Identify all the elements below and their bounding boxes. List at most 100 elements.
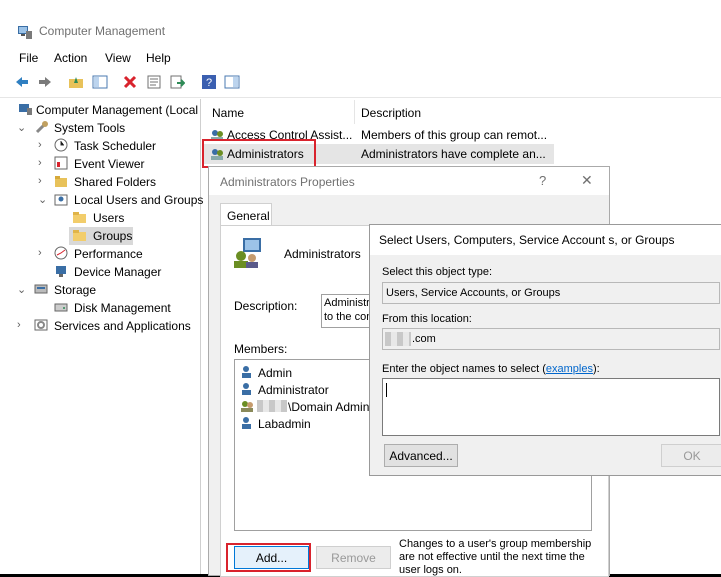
- chevron-down-icon[interactable]: ⌄: [17, 121, 27, 134]
- disk-icon: [54, 303, 68, 312]
- member-name: Admin: [258, 366, 293, 380]
- object-type-value: Users, Service Accounts, or Groups: [386, 287, 561, 299]
- tree-item-performance[interactable]: › Performance: [10, 245, 200, 263]
- toolbar: ?: [0, 69, 721, 98]
- delete-icon[interactable]: [122, 74, 138, 90]
- close-button[interactable]: ✕: [581, 172, 593, 189]
- member-item[interactable]: Labadmin: [240, 415, 380, 432]
- chevron-right-icon[interactable]: ›: [38, 139, 48, 151]
- up-folder-icon[interactable]: [68, 74, 84, 90]
- list-item-description: Administrators have complete an...: [361, 147, 546, 161]
- back-icon[interactable]: [14, 74, 30, 90]
- menu-file[interactable]: File: [19, 51, 38, 65]
- tree-item-label: Event Viewer: [74, 157, 145, 171]
- action-pane-icon[interactable]: [224, 74, 240, 90]
- member-item[interactable]: Administrator: [240, 381, 380, 398]
- properties-icon[interactable]: [146, 74, 162, 90]
- list-item-description: Members of this group can remot...: [361, 128, 548, 142]
- tree-item-label: Device Manager: [74, 265, 162, 279]
- chevron-down-icon[interactable]: ⌄: [17, 283, 27, 296]
- ok-button-label: OK: [683, 449, 701, 463]
- column-header-description[interactable]: Description: [361, 106, 421, 120]
- membership-note: Changes to a user's group membership are…: [399, 538, 604, 577]
- ok-button[interactable]: OK: [661, 444, 721, 467]
- object-names-label-text: Enter the object names to select (: [382, 363, 546, 375]
- clock-icon: [54, 138, 68, 152]
- svg-text:?: ?: [206, 77, 212, 89]
- object-names-input[interactable]: [382, 378, 720, 436]
- column-header-row: Name Description: [204, 100, 554, 124]
- tree-item-services-applications[interactable]: › Services and Applications: [10, 317, 200, 335]
- object-names-label: Enter the object names to select (exampl…: [382, 363, 600, 375]
- computer-management-icon: [18, 26, 32, 39]
- tree-item-shared-folders[interactable]: › Shared Folders: [10, 173, 200, 191]
- menu-bar: File Action View Help: [0, 47, 721, 69]
- note-line: are not effective until the next time th…: [399, 551, 585, 563]
- group-icon: [241, 401, 253, 412]
- menu-help[interactable]: Help: [146, 51, 171, 65]
- highlight-administrators: [202, 139, 316, 168]
- chevron-right-icon[interactable]: ›: [17, 319, 27, 331]
- help-button[interactable]: ?: [539, 173, 546, 188]
- tree-item-label: Performance: [74, 247, 143, 261]
- tools-icon: [35, 121, 48, 134]
- menu-action[interactable]: Action: [54, 51, 87, 65]
- object-type-field: Users, Service Accounts, or Groups: [382, 282, 720, 304]
- tree-item-label: Shared Folders: [74, 175, 157, 189]
- object-names-label-end: ):: [592, 363, 600, 375]
- member-name: Labadmin: [258, 417, 311, 431]
- tree-item-label: Computer Management (Local: [36, 103, 199, 117]
- tree-item-storage[interactable]: ⌄ Storage: [10, 281, 200, 299]
- tree-item-label: Disk Management: [74, 301, 171, 315]
- highlight-add-button: [226, 543, 311, 572]
- window-title: Computer Management: [39, 24, 166, 38]
- tree-item-event-viewer[interactable]: › Event Viewer: [10, 155, 200, 173]
- tab-general[interactable]: General: [220, 203, 272, 226]
- tree-item-local-users-groups[interactable]: ⌄ Local Users and Groups: [10, 191, 203, 209]
- tree-item-disk-management[interactable]: Disk Management: [10, 299, 200, 317]
- members-label: Members:: [234, 342, 288, 356]
- show-hide-tree-icon[interactable]: [92, 74, 108, 90]
- member-item[interactable]: \Domain Admins: [240, 398, 380, 415]
- tree-item-device-manager[interactable]: Device Manager: [10, 263, 200, 281]
- tree-item-label: Task Scheduler: [74, 139, 157, 153]
- group-name: Administrators: [284, 247, 361, 261]
- title-bar: Computer Management: [0, 17, 721, 47]
- export-icon[interactable]: [169, 74, 185, 90]
- column-header-name[interactable]: Name: [212, 106, 244, 120]
- menu-view[interactable]: View: [105, 51, 131, 65]
- users-groups-icon: [54, 194, 68, 206]
- advanced-button-label: Advanced...: [389, 449, 453, 463]
- computer-management-icon: [19, 104, 32, 115]
- text-cursor: [386, 383, 387, 397]
- chevron-down-icon[interactable]: ⌄: [38, 193, 48, 206]
- help-icon[interactable]: ?: [201, 74, 217, 90]
- tree-item-system-tools[interactable]: ⌄ System Tools: [10, 119, 200, 137]
- tree-item-label: Groups: [93, 229, 133, 243]
- select-users-dialog: Select Users, Computers, Service Account…: [369, 224, 721, 476]
- storage-icon: [34, 284, 48, 294]
- tree-item-task-scheduler[interactable]: › Task Scheduler: [10, 137, 200, 155]
- folder-icon: [73, 230, 86, 241]
- tree-item-computer-management[interactable]: Computer Management (Local: [10, 101, 200, 119]
- dialog-title: Select Users, Computers, Service Account…: [379, 233, 675, 247]
- tree-item-label: System Tools: [54, 121, 126, 135]
- examples-link[interactable]: examples: [546, 363, 593, 375]
- user-icon: [242, 366, 251, 378]
- advanced-button[interactable]: Advanced...: [384, 444, 458, 467]
- tree-item-groups[interactable]: Groups: [69, 227, 133, 245]
- remove-button[interactable]: Remove: [316, 546, 391, 569]
- tree-item-label: Storage: [54, 283, 97, 297]
- object-type-label: Select this object type:: [382, 266, 493, 278]
- tree-item-label: Users: [93, 211, 125, 225]
- forward-icon[interactable]: [37, 74, 53, 90]
- chevron-right-icon[interactable]: ›: [38, 175, 48, 187]
- dialog-title-bar: Select Users, Computers, Service Account…: [370, 225, 721, 255]
- tab-general-label: General: [227, 209, 270, 223]
- column-divider[interactable]: [354, 100, 355, 124]
- dialog-title: Administrators Properties: [220, 175, 355, 189]
- member-item[interactable]: Admin: [240, 364, 380, 381]
- chevron-right-icon[interactable]: ›: [38, 247, 48, 259]
- chevron-right-icon[interactable]: ›: [38, 157, 48, 169]
- tree-item-users[interactable]: Users: [10, 209, 200, 227]
